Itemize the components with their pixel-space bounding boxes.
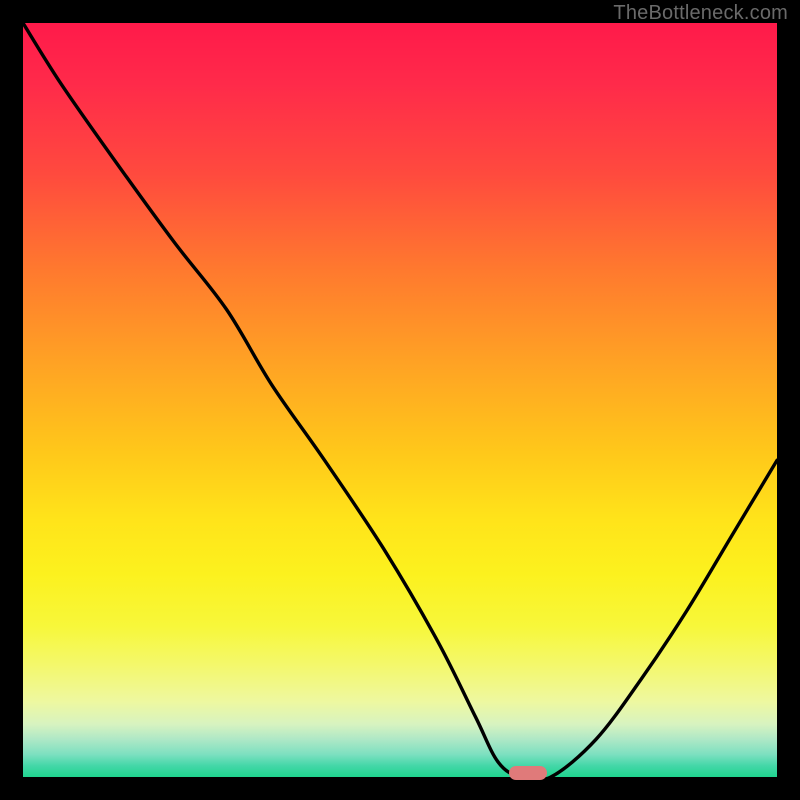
chart-frame: TheBottleneck.com (0, 0, 800, 800)
plot-area (23, 23, 777, 777)
curve-svg (23, 23, 777, 777)
bottleneck-curve-path (23, 23, 777, 777)
watermark-label: TheBottleneck.com (613, 2, 788, 25)
